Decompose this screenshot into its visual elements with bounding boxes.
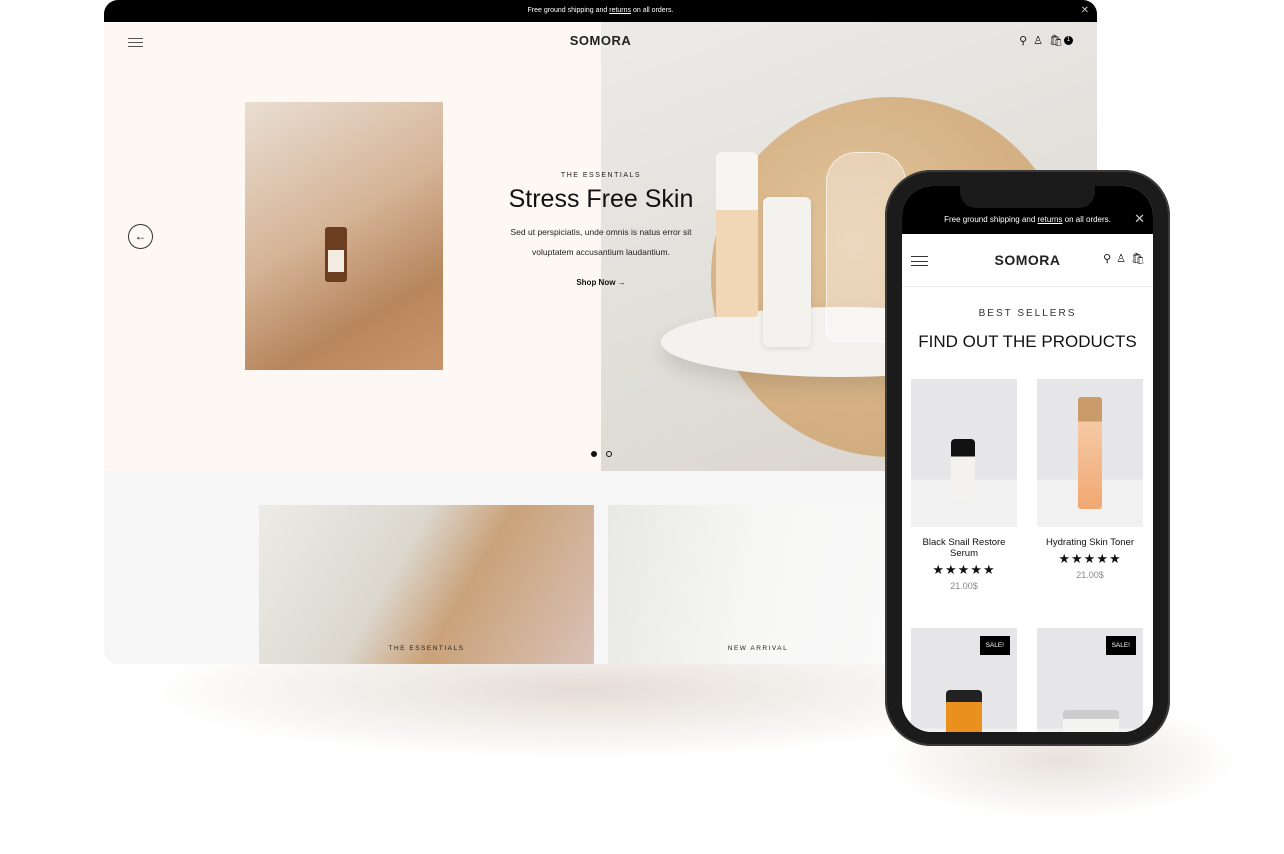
cart-count-badge: 1 xyxy=(1064,36,1073,45)
product-image: SALE! xyxy=(911,628,1017,732)
product-name: Black Snail Restore Serum xyxy=(922,537,1006,559)
phone-notch xyxy=(960,186,1095,208)
cart-icon[interactable]: 🛍︎ xyxy=(1131,252,1145,265)
product-price: 21.00$ xyxy=(1076,570,1104,580)
close-icon[interactable]: ✕ xyxy=(1134,211,1145,227)
product-image xyxy=(911,379,1017,527)
phone-mockup: Free ground shipping and returns on all … xyxy=(885,170,1170,746)
mobile-header: SOMORA ⚲ ♙ 🛍︎ xyxy=(902,234,1153,287)
collection-label: NEW ARRIVAL xyxy=(727,645,789,652)
announcement-text-end: on all orders. xyxy=(631,7,674,14)
search-icon[interactable]: ⚲ xyxy=(1103,252,1111,265)
section-heading: FIND OUT THE PRODUCTS xyxy=(918,332,1137,351)
collection-card-new-arrival[interactable]: NEW ARRIVAL xyxy=(608,505,908,664)
shop-now-link[interactable]: Shop Now → xyxy=(576,278,625,287)
product-image xyxy=(1037,379,1143,527)
product-card[interactable]: Black Snail Restore Serum ★★★★★ 21.00$ xyxy=(911,379,1017,591)
product-card[interactable]: SALE! xyxy=(911,628,1017,732)
sale-badge: SALE! xyxy=(979,636,1010,655)
logo[interactable]: SOMORA xyxy=(104,33,1097,48)
announcement-text: Free ground shipping and xyxy=(944,215,1038,224)
header: SOMORA ⚲ ♙ 🛍︎ 1 xyxy=(104,22,1097,62)
product-price: 21.00$ xyxy=(950,581,978,591)
product-name: Hydrating Skin Toner xyxy=(1045,537,1134,548)
product-image: SALE! xyxy=(1037,628,1143,732)
close-icon[interactable]: ✕ xyxy=(1081,0,1089,22)
search-icon[interactable]: ⚲ xyxy=(1019,34,1027,47)
rating-stars: ★★★★★ xyxy=(1058,551,1122,566)
section-eyebrow: BEST SELLERS xyxy=(978,308,1077,319)
hero-title: Stress Free Skin xyxy=(508,185,694,213)
hero-body: Sed ut perspiciatis, unde omnis is natus… xyxy=(510,227,692,257)
announcement-bar: Free ground shipping and returns on all … xyxy=(104,0,1097,22)
returns-link[interactable]: returns xyxy=(1038,215,1063,224)
slide-dot-1[interactable] xyxy=(591,451,597,457)
hero-eyebrow: THE ESSENTIALS xyxy=(560,172,642,179)
slide-dot-2[interactable] xyxy=(606,451,612,457)
collection-card-essentials[interactable]: THE ESSENTIALS xyxy=(259,505,594,664)
product-bottle xyxy=(716,152,758,317)
bottle-label xyxy=(328,250,344,272)
product-stick xyxy=(763,197,811,347)
announcement-text-end: on all orders. xyxy=(1062,215,1111,224)
sale-badge: SALE! xyxy=(1105,636,1136,655)
prev-slide-button[interactable]: ← xyxy=(128,224,153,249)
arrow-left-icon: ← xyxy=(134,229,147,243)
phone-screen: Free ground shipping and returns on all … xyxy=(902,186,1153,732)
product-card[interactable]: SALE! xyxy=(1037,628,1143,732)
user-icon[interactable]: ♙ xyxy=(1116,252,1126,265)
cart-icon[interactable]: 🛍︎ xyxy=(1049,34,1063,47)
hero-copy: THE ESSENTIALS Stress Free Skin Sed ut p… xyxy=(491,172,711,290)
collection-label: THE ESSENTIALS xyxy=(388,645,465,652)
hero-photo xyxy=(245,102,443,370)
user-icon[interactable]: ♙ xyxy=(1033,34,1043,47)
product-card[interactable]: Hydrating Skin Toner ★★★★★ 21.00$ xyxy=(1037,379,1143,580)
returns-link[interactable]: returns xyxy=(609,7,631,14)
rating-stars: ★★★★★ xyxy=(932,562,996,577)
announcement-text: Free ground shipping and xyxy=(527,7,610,14)
